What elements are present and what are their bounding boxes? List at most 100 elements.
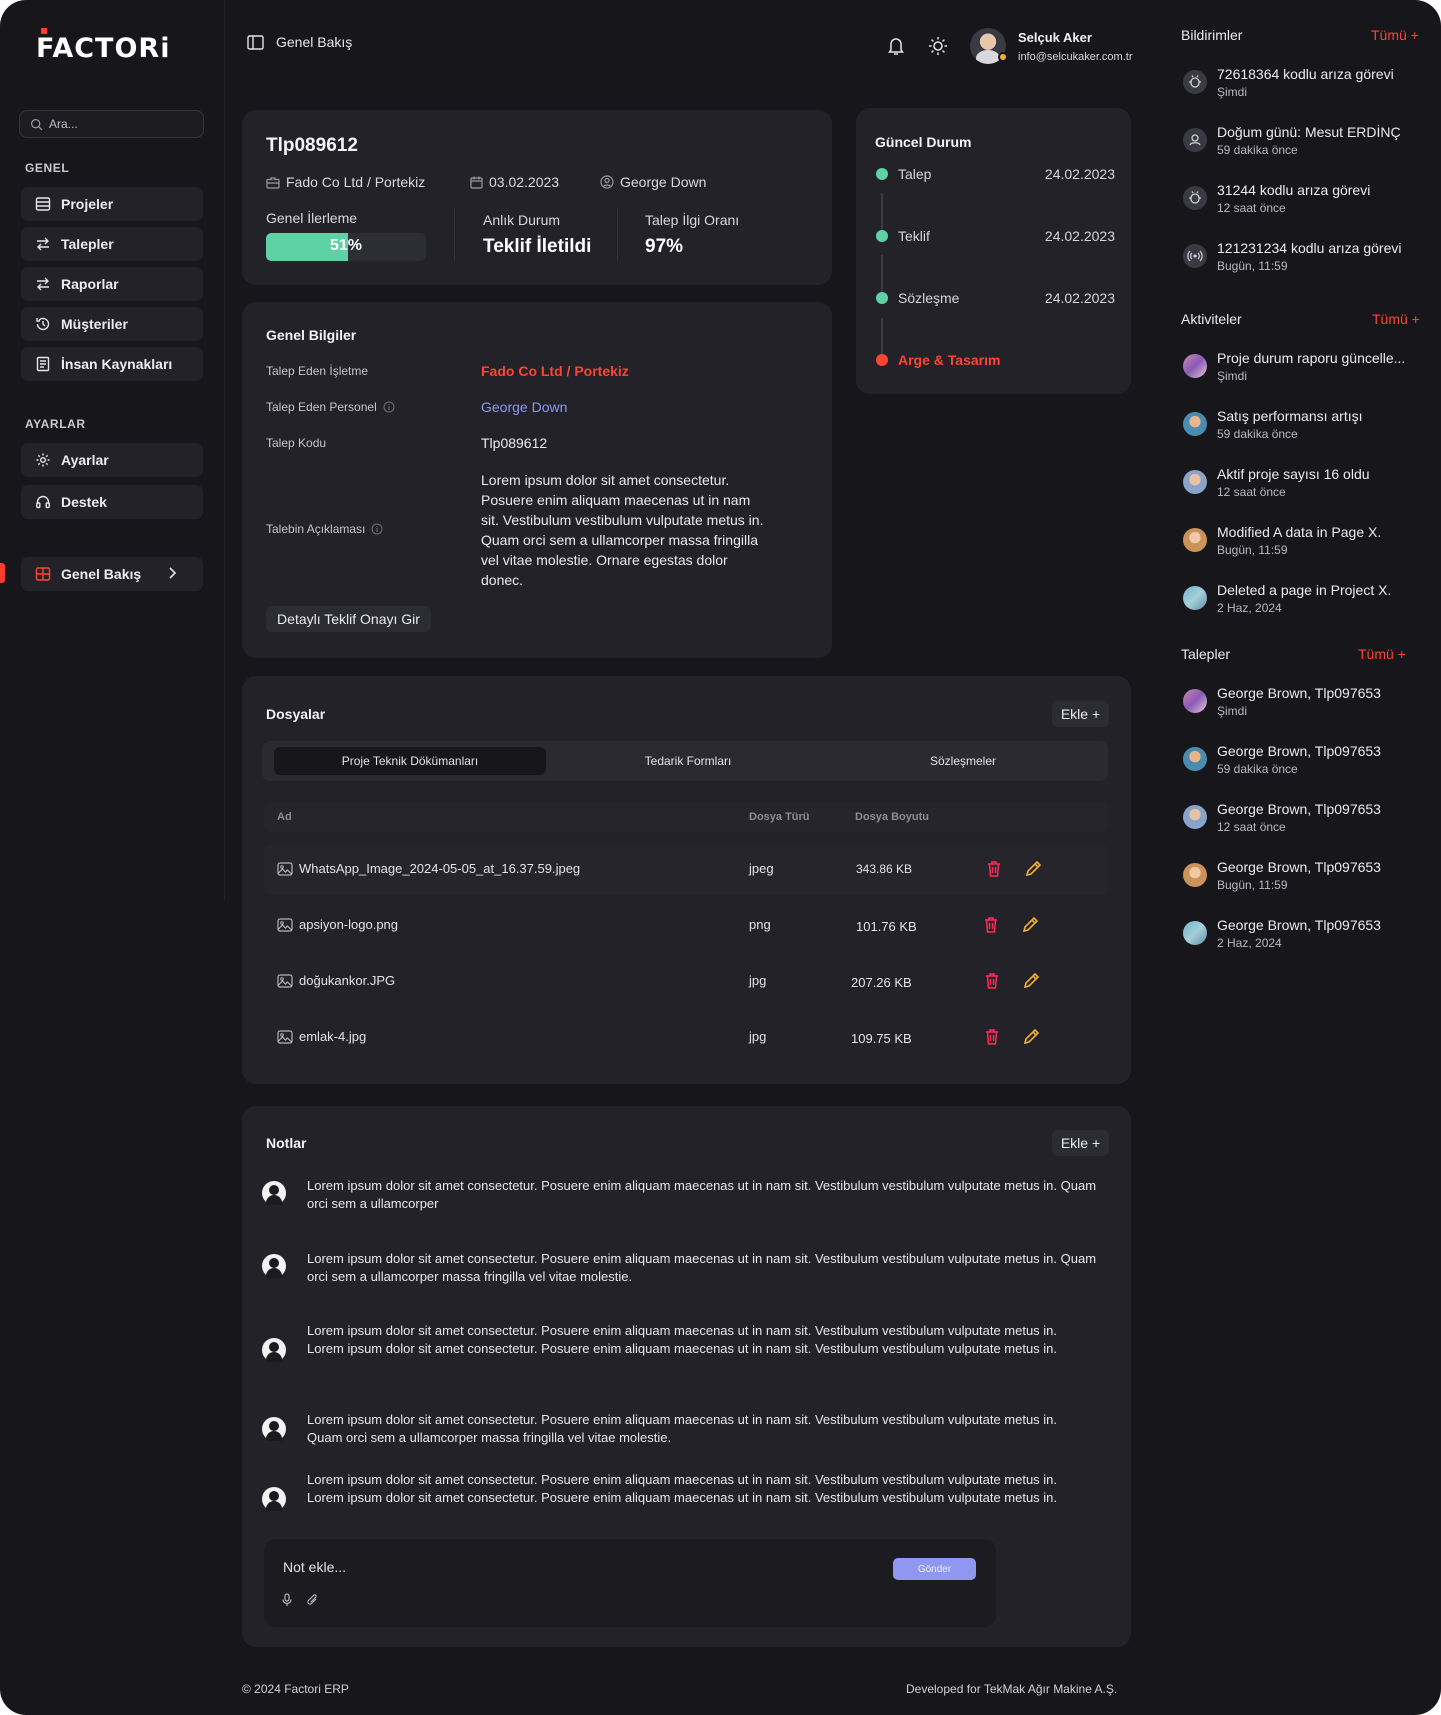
notification-item[interactable]: 121231234 kodlu arıza görevi Bugün, 11:5…: [1183, 240, 1423, 284]
pencil-icon[interactable]: [1022, 972, 1040, 990]
table-row[interactable]: emlak-4.jpg jpg 109.75 KB: [264, 1013, 1108, 1063]
sidebar-item-destek[interactable]: Destek: [21, 485, 203, 519]
bell-icon[interactable]: [887, 36, 905, 56]
info-label: Talep Eden Personel: [266, 400, 377, 414]
activities-see-all[interactable]: Tümü +: [1372, 311, 1420, 327]
calendar-icon: [470, 176, 483, 189]
avatar: [1183, 528, 1207, 552]
request-item[interactable]: George Brown, Tlp097653 2 Haz, 2024: [1183, 917, 1423, 961]
detailed-offer-button[interactable]: Detaylı Teklif Onayı Gir: [266, 606, 431, 632]
request-item[interactable]: George Brown, Tlp097653 59 dakika önce: [1183, 743, 1423, 787]
status-timeline-title: Güncel Durum: [875, 134, 972, 150]
column-header-size[interactable]: Dosya Boyutu: [855, 811, 929, 823]
timeline-step-date: 24.02.2023: [1044, 166, 1115, 182]
pencil-icon[interactable]: [1021, 916, 1039, 934]
activity-item[interactable]: Aktif proje sayısı 16 oldu 12 saat önce: [1183, 466, 1423, 510]
activity-item[interactable]: Satış performansı artışı 59 dakika önce: [1183, 408, 1423, 452]
logo-mark: [41, 28, 47, 34]
tab-supply-forms[interactable]: Tedarik Formları: [552, 747, 824, 775]
sidebar-item-raporlar[interactable]: Raporlar: [21, 267, 203, 301]
paperclip-icon[interactable]: [306, 1593, 319, 1607]
request-item[interactable]: George Brown, Tlp097653 Şimdi: [1183, 685, 1423, 729]
file-type: jpg: [749, 973, 767, 988]
broadcast-icon: [1183, 244, 1207, 268]
microphone-icon[interactable]: [281, 1593, 293, 1607]
file-name-cell: doğukankor.JPG: [277, 973, 395, 988]
sidebar-item-ayarlar[interactable]: Ayarlar: [21, 443, 203, 477]
trash-icon[interactable]: [983, 916, 999, 934]
trash-icon[interactable]: [984, 1028, 1000, 1046]
request-time: 2 Haz, 2024: [1217, 936, 1282, 950]
divider: [454, 208, 455, 260]
sidebar-item-genel-bakis[interactable]: Genel Bakış: [21, 557, 203, 591]
meta-date: 03.02.2023: [470, 174, 559, 190]
request-text: George Brown, Tlp097653: [1217, 685, 1381, 701]
request-item[interactable]: George Brown, Tlp097653 12 saat önce: [1183, 801, 1423, 845]
request-time: 12 saat önce: [1217, 820, 1286, 834]
activity-text: Satış performansı artışı: [1217, 408, 1363, 424]
notification-item[interactable]: Doğum günü: Mesut ERDİNÇ 59 dakika önce: [1183, 124, 1423, 168]
tab-technical-docs[interactable]: Proje Teknik Dökümanları: [274, 747, 546, 775]
table-row[interactable]: WhatsApp_Image_2024-05-05_at_16.37.59.jp…: [264, 845, 1108, 895]
notes-add-button[interactable]: Ekle +: [1052, 1130, 1109, 1156]
sidebar-toggle-icon[interactable]: [247, 34, 264, 50]
sun-icon[interactable]: [928, 36, 948, 56]
request-item[interactable]: George Brown, Tlp097653 Bugün, 11:59: [1183, 859, 1423, 903]
notification-time: Bugün, 11:59: [1217, 259, 1288, 273]
notification-item[interactable]: 72618364 kodlu arıza görevi Şimdi: [1183, 66, 1423, 110]
tab-contracts[interactable]: Sözleşmeler: [827, 747, 1099, 775]
request-text: George Brown, Tlp097653: [1217, 743, 1381, 759]
sidebar-item-musteriler[interactable]: Müşteriler: [21, 307, 203, 341]
trash-icon[interactable]: [984, 972, 1000, 990]
send-button[interactable]: Gönder: [893, 1558, 976, 1580]
search-box[interactable]: Ara...: [19, 110, 204, 138]
grid-icon: [35, 567, 51, 581]
info-company-link[interactable]: Fado Co Ltd / Portekiz: [481, 363, 629, 379]
info-person-link[interactable]: George Down: [481, 399, 567, 415]
interest-label: Talep İlgi Oranı: [645, 212, 740, 228]
logo[interactable]: FACTORi: [36, 28, 170, 66]
notification-time: Şimdi: [1217, 85, 1248, 99]
chevron-right-icon: [169, 567, 177, 579]
activity-item[interactable]: Proje durum raporu güncelle... Şimdi: [1183, 350, 1423, 394]
table-row[interactable]: apsiyon-logo.png png 101.76 KB: [264, 901, 1108, 951]
info-icon[interactable]: [383, 401, 395, 413]
sidebar-item-projeler[interactable]: Projeler: [21, 187, 203, 221]
sidebar-item-insan-kaynaklari[interactable]: İnsan Kaynakları: [21, 347, 203, 381]
sidebar-item-talepler[interactable]: Talepler: [21, 227, 203, 261]
pencil-icon[interactable]: [1022, 1028, 1040, 1046]
note-text: Lorem ipsum dolor sit amet consectetur. …: [307, 1178, 1097, 1211]
file-name-cell: apsiyon-logo.png: [277, 917, 398, 932]
notification-item[interactable]: 31244 kodlu arıza görevi 12 saat önce: [1183, 182, 1423, 226]
timeline-step-label: Talep: [898, 166, 932, 182]
notes-title: Notlar: [266, 1135, 307, 1151]
notifications-see-all[interactable]: Tümü +: [1371, 27, 1419, 43]
user-avatar-icon: [262, 1254, 286, 1278]
app-window: FACTORi Ara... GENEL Projeler Talepler R…: [0, 0, 1441, 1715]
pencil-icon[interactable]: [1024, 860, 1042, 878]
file-name-cell: emlak-4.jpg: [277, 1029, 366, 1044]
table-row[interactable]: doğukankor.JPG jpg 207.26 KB: [264, 957, 1108, 1007]
status-label: Anlık Durum: [483, 212, 561, 228]
file-name: emlak-4.jpg: [299, 1029, 367, 1044]
column-header-name[interactable]: Ad: [277, 811, 292, 823]
info-label-row: Talebin Açıklaması: [266, 522, 383, 536]
sidebar-item-label: Ayarlar: [61, 452, 109, 468]
activity-item[interactable]: Modified A data in Page X. Bugün, 11:59: [1183, 524, 1423, 568]
activity-item[interactable]: Deleted a page in Project X. 2 Haz, 2024: [1183, 582, 1423, 626]
trash-icon[interactable]: [986, 860, 1002, 878]
column-header-type[interactable]: Dosya Türü: [749, 811, 810, 823]
timeline-step-label: Sözleşme: [898, 290, 960, 306]
meta-company-text: Fado Co Ltd / Portekiz: [286, 174, 426, 190]
requests-see-all[interactable]: Tümü +: [1358, 646, 1406, 662]
search-input[interactable]: Ara...: [49, 117, 78, 131]
meta-company: Fado Co Ltd / Portekiz: [266, 174, 425, 190]
file-size: 207.26 KB: [851, 975, 912, 990]
info-icon[interactable]: [371, 523, 383, 535]
note-text: Lorem ipsum dolor sit amet consectetur. …: [307, 1323, 1058, 1356]
note-input[interactable]: Not ekle...: [283, 1559, 346, 1575]
files-add-button[interactable]: Ekle +: [1052, 701, 1109, 727]
avatar: [1183, 863, 1207, 887]
notification-text: Doğum günü: Mesut ERDİNÇ: [1217, 124, 1401, 140]
sidebar-item-label: Genel Bakış: [61, 566, 142, 582]
